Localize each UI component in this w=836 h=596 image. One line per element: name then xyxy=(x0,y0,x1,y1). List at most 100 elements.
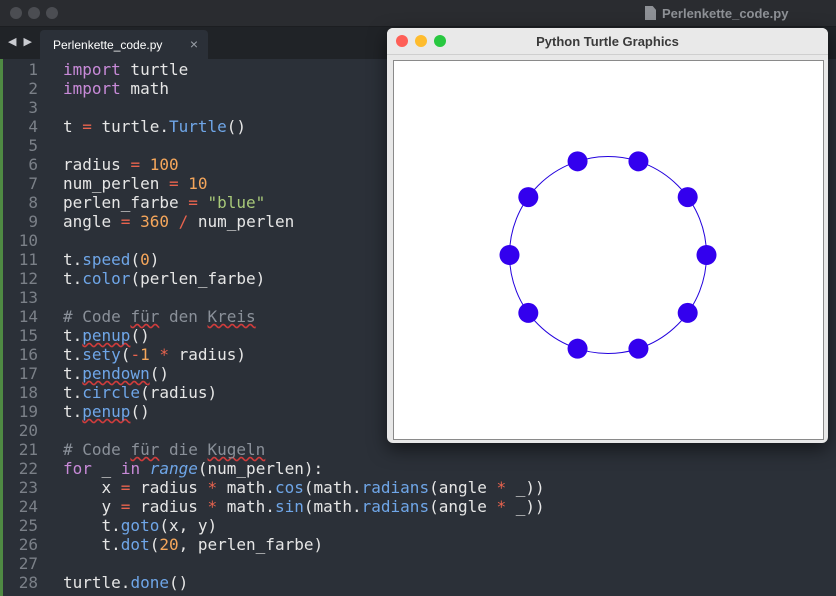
code-line[interactable]: 26 t.dot(20, perlen_farbe) xyxy=(0,535,836,554)
code-token: num_perlen xyxy=(63,174,169,193)
code-token: # Code xyxy=(63,440,131,459)
code-token: turtle. xyxy=(91,117,169,136)
tab-perlenkette-code[interactable]: Perlenkette_code.py × xyxy=(40,30,208,59)
code-token: ) xyxy=(149,250,160,269)
code-token: = xyxy=(120,497,131,516)
bead-dot xyxy=(677,187,698,208)
line-number: 10 xyxy=(18,231,38,250)
code-text: perlen_farbe = "blue" xyxy=(63,193,265,212)
code-token: 360 xyxy=(140,212,169,231)
line-number: 26 xyxy=(18,535,38,554)
code-token: 20 xyxy=(159,535,179,554)
drawn-circle xyxy=(509,156,707,354)
code-token: for xyxy=(63,459,92,478)
turtle-title-bar[interactable]: Python Turtle Graphics xyxy=(387,28,828,55)
close-window-button[interactable] xyxy=(10,7,22,19)
code-token: Turtle xyxy=(168,117,227,136)
code-line[interactable]: 24 y = radius * math.sin(math.radians(an… xyxy=(0,497,836,516)
code-token: / xyxy=(178,212,189,231)
code-token: t. xyxy=(63,269,83,288)
code-token: ( xyxy=(149,535,160,554)
tab-nav-arrows-icon[interactable]: ◀ ▶ xyxy=(8,35,34,48)
code-token: done xyxy=(130,573,169,592)
code-token: in xyxy=(120,459,141,478)
code-token: t. xyxy=(63,326,83,345)
code-token: = xyxy=(82,117,92,136)
code-token: goto xyxy=(120,516,160,535)
code-token: t xyxy=(63,117,83,136)
bead-dot xyxy=(677,302,698,323)
turtle-drawing xyxy=(499,151,717,359)
line-number: 18 xyxy=(18,383,38,402)
bead-dot xyxy=(567,338,588,359)
code-token: _ xyxy=(91,459,121,478)
bead-dot xyxy=(518,302,539,323)
code-token: penup xyxy=(82,326,131,345)
code-line[interactable]: 28 turtle.done() xyxy=(0,573,836,592)
line-number: 5 xyxy=(28,136,38,155)
line-number: 3 xyxy=(28,98,38,117)
code-token: _)) xyxy=(506,497,545,516)
code-token: math xyxy=(120,79,169,98)
code-token: pendown xyxy=(82,364,150,383)
code-token: den xyxy=(159,307,208,326)
code-token: ( xyxy=(130,250,141,269)
code-text: t.speed(0) xyxy=(63,250,159,269)
line-number: 6 xyxy=(28,155,38,174)
bead-dot xyxy=(567,151,588,172)
minimize-window-button[interactable] xyxy=(28,7,40,19)
turtle-canvas xyxy=(393,60,824,440)
code-token: color xyxy=(82,269,131,288)
code-token: cos xyxy=(274,478,304,497)
code-text: t.penup() xyxy=(63,326,150,345)
code-token: circle xyxy=(82,383,141,402)
code-token: t. xyxy=(63,345,83,364)
line-number: 16 xyxy=(18,345,38,364)
code-token: perlen_farbe xyxy=(63,193,189,212)
code-token: t. xyxy=(63,383,83,402)
zoom-window-button[interactable] xyxy=(46,7,58,19)
turtle-graphics-window[interactable]: Python Turtle Graphics xyxy=(387,28,828,443)
code-text: radius = 100 xyxy=(63,155,179,174)
code-token: () xyxy=(130,402,150,421)
line-number: 4 xyxy=(28,117,38,136)
code-token: # Code xyxy=(63,307,131,326)
code-line[interactable]: 22 for _ in range(num_perlen): xyxy=(0,459,836,478)
code-text: for _ in range(num_perlen): xyxy=(63,459,323,478)
code-token: * xyxy=(496,497,507,516)
tab-label: Perlenkette_code.py xyxy=(53,38,163,52)
code-token: * xyxy=(207,497,218,516)
line-number: 23 xyxy=(18,478,38,497)
line-number: 11 xyxy=(18,250,38,269)
code-line[interactable]: 27 xyxy=(0,554,836,573)
turtle-window-title: Python Turtle Graphics xyxy=(536,34,679,49)
code-text: y = radius * math.sin(math.radians(angle… xyxy=(63,497,545,516)
code-token: penup xyxy=(82,402,131,421)
code-token: = xyxy=(120,478,131,497)
tab-close-icon[interactable]: × xyxy=(190,36,198,52)
code-token: * xyxy=(159,345,169,364)
code-token: x xyxy=(63,478,121,497)
line-number: 27 xyxy=(18,554,38,573)
line-number: 22 xyxy=(18,459,38,478)
code-text: t.dot(20, perlen_farbe) xyxy=(63,535,324,554)
code-token: dot xyxy=(120,535,150,554)
code-token: Kreis xyxy=(207,307,256,326)
document-icon xyxy=(645,6,656,20)
code-text: t.sety(-1 * radius) xyxy=(63,345,246,364)
code-token: angle xyxy=(63,212,121,231)
code-token: num_perlen xyxy=(188,212,295,231)
code-token: radius xyxy=(130,497,208,516)
code-token: (angle xyxy=(429,497,497,516)
code-token: (num_perlen): xyxy=(197,459,324,478)
code-token: range xyxy=(149,459,198,478)
code-line[interactable]: 25 t.goto(x, y) xyxy=(0,516,836,535)
code-token: Kugeln xyxy=(207,440,266,459)
code-token: radius xyxy=(63,155,131,174)
code-line[interactable]: 23 x = radius * math.cos(math.radians(an… xyxy=(0,478,836,497)
code-token: turtle. xyxy=(63,573,131,592)
